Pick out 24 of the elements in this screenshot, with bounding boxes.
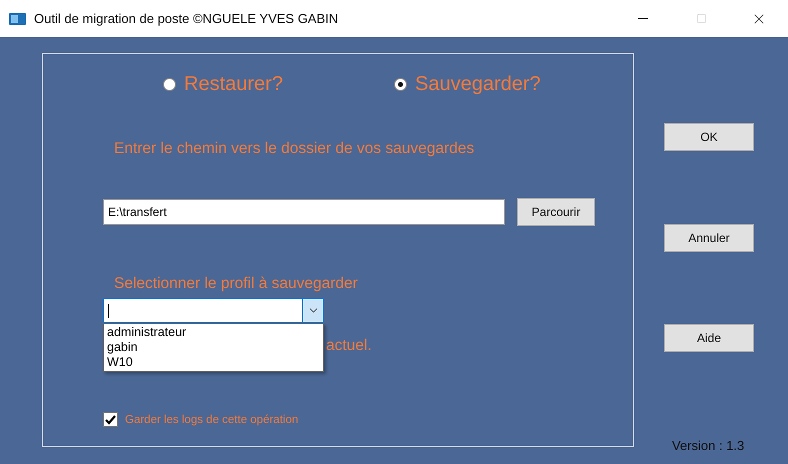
note-text: actuel. bbox=[326, 337, 372, 355]
dialog-button[interactable]: OK bbox=[664, 123, 754, 151]
path-prompt: Entrer le chemin vers le dossier de vos sauvegardes bbox=[113, 140, 476, 158]
dropdown-option[interactable]: W10 bbox=[104, 355, 323, 370]
dialog-button[interactable]: Annuler bbox=[664, 224, 754, 252]
profile-combo[interactable] bbox=[103, 298, 324, 323]
maximize-icon bbox=[696, 13, 706, 24]
checkbox-label: Garder les logs de cette opération bbox=[125, 414, 298, 426]
window-title: Outil de migration de poste ©NGUELE YVES GABIN bbox=[34, 11, 340, 26]
radio-button[interactable] bbox=[163, 78, 176, 90]
dropdown-option[interactable]: gabin bbox=[104, 340, 323, 355]
radio-label: Restaurer? bbox=[184, 72, 283, 96]
checkbox[interactable] bbox=[103, 412, 118, 427]
dialog-button[interactable]: Aide bbox=[664, 324, 754, 352]
radio-button[interactable] bbox=[394, 78, 407, 90]
browse-button[interactable]: Parcourir bbox=[517, 198, 595, 226]
app-icon bbox=[9, 12, 26, 26]
dropdown-button[interactable] bbox=[302, 299, 323, 322]
minimize-icon bbox=[638, 18, 648, 19]
profile-prompt: Selectionner le profil à sauvegarder bbox=[113, 275, 359, 293]
version-text: Version : 1.3 bbox=[672, 438, 744, 453]
dropdown-option[interactable]: administrateur bbox=[104, 325, 323, 340]
path-field[interactable]: E:\transfert bbox=[103, 199, 505, 225]
radio-label: Sauvegarder? bbox=[415, 72, 541, 96]
